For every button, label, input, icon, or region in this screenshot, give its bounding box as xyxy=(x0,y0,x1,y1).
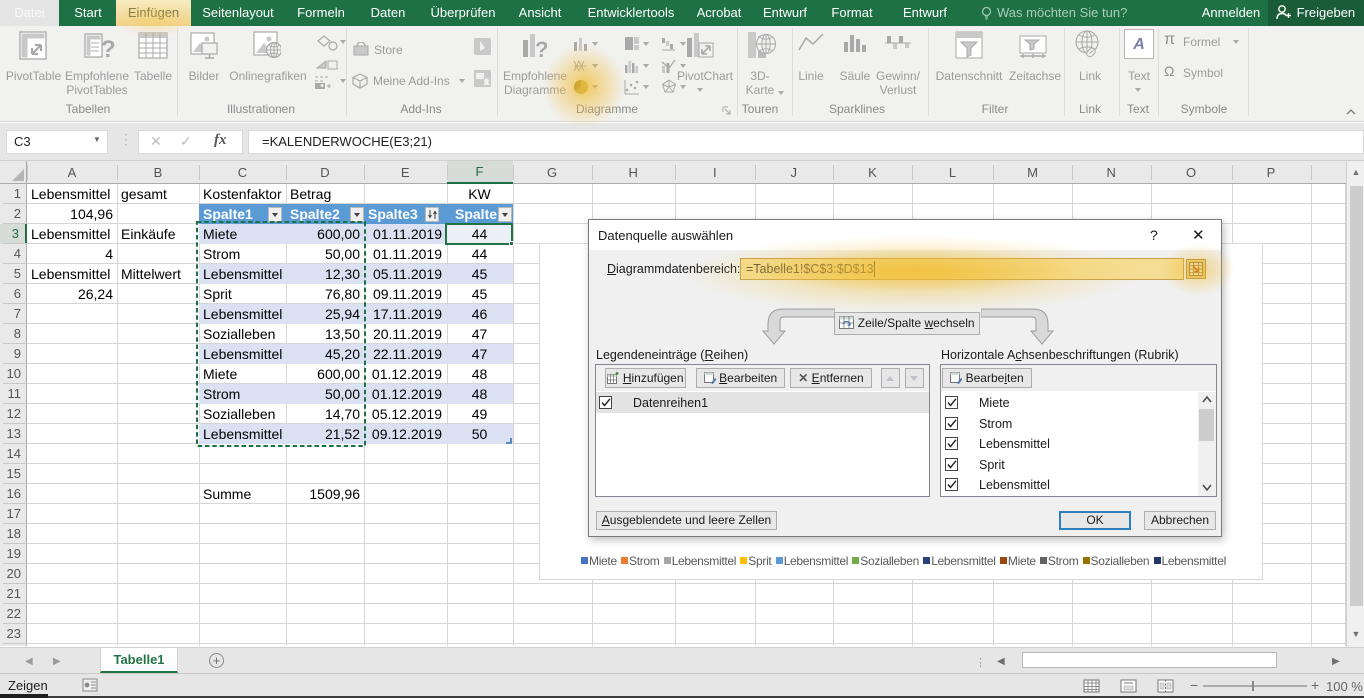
svg-text:?: ? xyxy=(535,37,548,60)
svg-text:?: ? xyxy=(101,36,116,60)
